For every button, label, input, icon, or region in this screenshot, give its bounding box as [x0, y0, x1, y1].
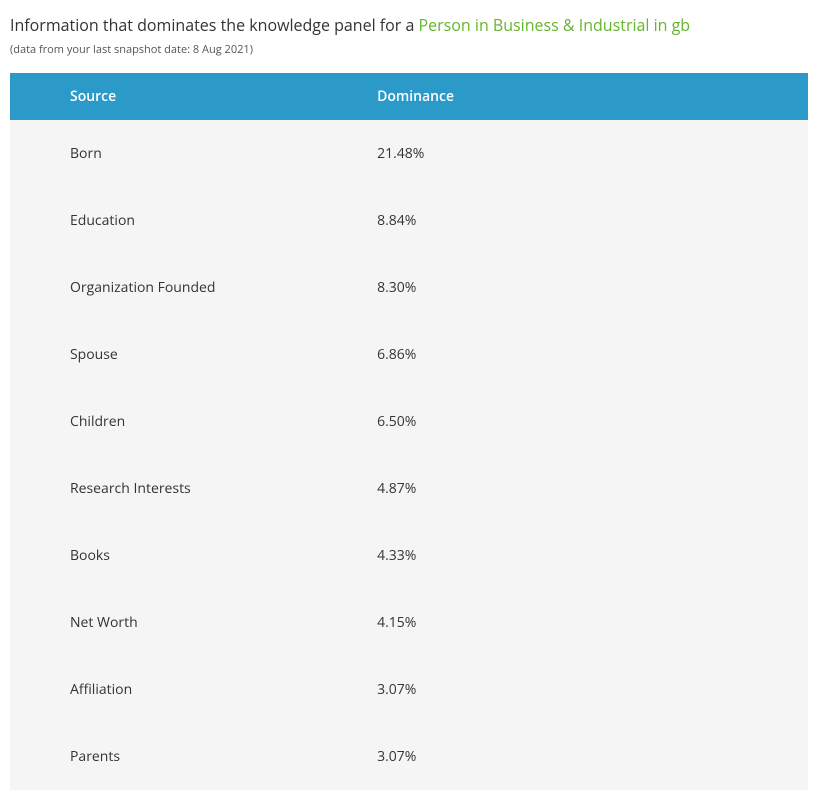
table-body: Born21.48%Education8.84%Organization Fou… [10, 120, 808, 790]
cell-source: Education [10, 187, 377, 254]
cell-dominance: 6.86% [377, 321, 808, 388]
cell-source: Parents [10, 723, 377, 790]
table-header-row: Source Dominance [10, 73, 808, 120]
table-row: Spouse6.86% [10, 321, 808, 388]
table-row: Books4.33% [10, 522, 808, 589]
dominance-table-container: Source Dominance Born21.48%Education8.84… [10, 73, 808, 790]
cell-dominance: 3.07% [377, 656, 808, 723]
table-row: Research Interests4.87% [10, 455, 808, 522]
cell-dominance: 6.50% [377, 388, 808, 455]
table-row: Affiliation3.07% [10, 656, 808, 723]
title-prefix: Information that dominates the knowledge… [10, 14, 419, 36]
cell-source: Research Interests [10, 455, 377, 522]
cell-source: Affiliation [10, 656, 377, 723]
cell-source: Net Worth [10, 589, 377, 656]
table-row: Parents3.07% [10, 723, 808, 790]
header-dominance: Dominance [377, 73, 808, 120]
cell-source: Spouse [10, 321, 377, 388]
table-row: Children6.50% [10, 388, 808, 455]
cell-dominance: 4.15% [377, 589, 808, 656]
page-title: Information that dominates the knowledge… [10, 14, 808, 36]
cell-source: Born [10, 120, 377, 187]
table-row: Organization Founded8.30% [10, 254, 808, 321]
cell-dominance: 8.30% [377, 254, 808, 321]
cell-dominance: 8.84% [377, 187, 808, 254]
table-row: Education8.84% [10, 187, 808, 254]
cell-source: Books [10, 522, 377, 589]
cell-source: Organization Founded [10, 254, 377, 321]
cell-dominance: 3.07% [377, 723, 808, 790]
table-row: Born21.48% [10, 120, 808, 187]
snapshot-date-note: (data from your last snapshot date: 8 Au… [10, 42, 808, 57]
table-row: Net Worth4.15% [10, 589, 808, 656]
title-link[interactable]: Person in Business & Industrial in gb [419, 14, 691, 36]
dominance-table: Source Dominance Born21.48%Education8.84… [10, 73, 808, 790]
cell-dominance: 4.87% [377, 455, 808, 522]
header-source: Source [10, 73, 377, 120]
cell-dominance: 21.48% [377, 120, 808, 187]
cell-source: Children [10, 388, 377, 455]
cell-dominance: 4.33% [377, 522, 808, 589]
